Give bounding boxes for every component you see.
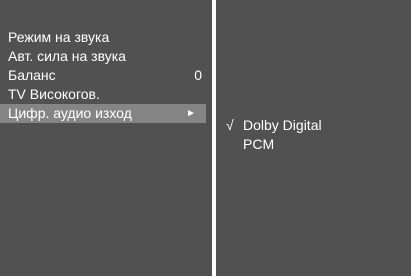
balance-value: 0: [194, 67, 202, 83]
menu-item-label: Авт. сила на звука: [8, 48, 126, 64]
submenu-item-pcm[interactable]: PCM: [226, 135, 322, 154]
menu-item-digital-audio-out[interactable]: Цифр. аудио изход ►: [0, 104, 206, 123]
menu-item-balance[interactable]: Баланс 0: [0, 66, 212, 85]
submenu-item-dolby-digital[interactable]: √ Dolby Digital: [226, 116, 322, 135]
tv-sound-menu: Режим на звука Авт. сила на звука Баланс…: [0, 0, 411, 278]
menu-item-sound-mode[interactable]: Режим на звука: [0, 28, 212, 47]
checkmark-icon: √: [226, 117, 234, 133]
submenu-item-label: PCM: [243, 136, 275, 152]
main-menu-panel: Режим на звука Авт. сила на звука Баланс…: [0, 0, 212, 276]
submenu-arrow-icon: ►: [186, 108, 196, 119]
menu-item-label: Баланс: [8, 67, 56, 83]
menu-item-auto-volume[interactable]: Авт. сила на звука: [0, 47, 212, 66]
menu-item-label: Режим на звука: [8, 29, 110, 45]
main-menu-list: Режим на звука Авт. сила на звука Баланс…: [0, 28, 212, 123]
menu-item-label: Цифр. аудио изход: [8, 105, 132, 121]
submenu-list: √ Dolby Digital PCM: [226, 116, 322, 154]
menu-item-tv-speaker[interactable]: TV Високогов.: [0, 85, 212, 104]
submenu-item-label: Dolby Digital: [243, 117, 322, 133]
menu-item-label: TV Високогов.: [8, 86, 100, 102]
